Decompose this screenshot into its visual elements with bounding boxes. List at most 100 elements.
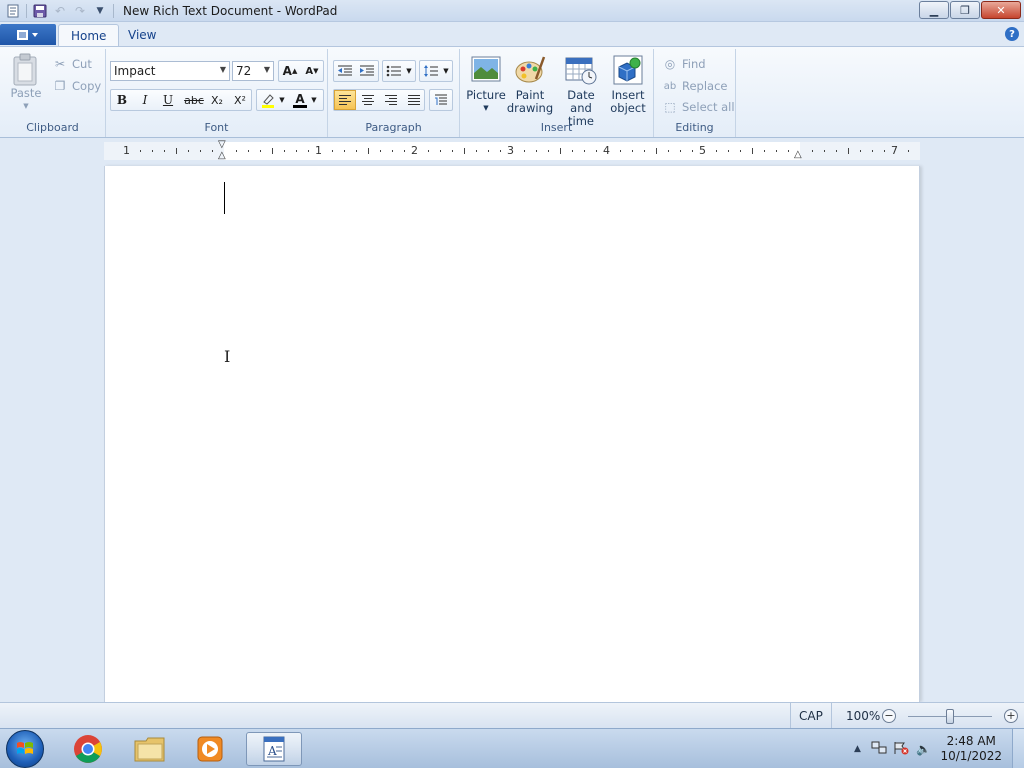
date-time-button[interactable]: Date and time xyxy=(556,55,606,128)
qat-separator xyxy=(113,3,114,18)
taskbar-explorer[interactable] xyxy=(122,732,178,766)
font-size-value: 72 xyxy=(236,64,252,78)
left-indent-marker[interactable]: △ xyxy=(218,150,226,161)
ruler-tick xyxy=(584,150,585,152)
date-time-label-1: Date and xyxy=(567,88,595,115)
line-spacing-icon[interactable] xyxy=(420,61,442,81)
zoom-in-button[interactable]: + xyxy=(1004,709,1018,723)
highlight-color-icon[interactable] xyxy=(257,90,279,110)
ruler-area: 1 1 2 3 4 5 7 ▽ △ △ xyxy=(0,138,1024,166)
chevron-down-icon[interactable]: ▼ xyxy=(264,65,270,74)
chevron-down-icon[interactable]: ▼ xyxy=(220,65,226,74)
align-right-button[interactable] xyxy=(380,90,402,110)
superscript-button[interactable]: X² xyxy=(229,90,251,110)
ruler-tick xyxy=(728,150,729,152)
ruler-tick xyxy=(356,150,357,152)
redo-icon[interactable]: ↷ xyxy=(70,1,90,21)
ruler-tick xyxy=(248,150,249,152)
find-button[interactable]: ◎ Find xyxy=(662,55,706,73)
taskbar-media-player[interactable] xyxy=(182,732,238,766)
zoom-out-button[interactable]: − xyxy=(882,709,896,723)
chevron-down-icon[interactable]: ▼ xyxy=(309,90,319,110)
select-all-button[interactable]: ⬚ Select all xyxy=(662,98,734,116)
copy-icon: ❐ xyxy=(54,79,66,93)
ruler-tick xyxy=(572,150,573,152)
picture-button[interactable]: Picture ▼ xyxy=(466,55,506,115)
ruler-tick xyxy=(788,150,789,152)
taskbar-wordpad[interactable]: A xyxy=(246,732,302,766)
ribbon: Paste ▼ ✂ Cut ❐ Copy Clipboard Impact ▼ … xyxy=(0,46,1024,138)
title-bar: ↶ ↷ ▼ New Rich Text Document - WordPad ▁… xyxy=(0,0,1024,22)
replace-button[interactable]: ab Replace xyxy=(662,77,728,95)
italic-button[interactable]: I xyxy=(134,90,156,110)
shrink-font-icon[interactable]: A ▼ xyxy=(301,61,323,81)
first-line-indent-marker[interactable]: ▽ xyxy=(218,139,226,150)
system-clock[interactable]: 2:48 AM 10/1/2022 xyxy=(940,734,1002,764)
minimize-button[interactable]: ▁ xyxy=(919,1,949,19)
close-button[interactable]: ✕ xyxy=(981,1,1021,19)
start-button[interactable] xyxy=(6,730,44,768)
align-left-button[interactable] xyxy=(334,90,356,110)
ruler-tick xyxy=(776,150,777,152)
document-page[interactable] xyxy=(104,166,920,702)
save-icon[interactable] xyxy=(30,1,50,21)
clock-date: 10/1/2022 xyxy=(940,749,1002,763)
volume-icon[interactable]: 🔈 xyxy=(912,742,934,756)
font-size-combo[interactable]: 72 ▼ xyxy=(232,61,274,81)
increase-indent-icon[interactable] xyxy=(356,61,378,81)
window-controls: ▁ ❐ ✕ xyxy=(919,1,1021,19)
paragraph-settings-icon[interactable] xyxy=(430,90,452,110)
ibeam-cursor-icon: I xyxy=(224,347,231,366)
grow-font-icon[interactable]: A ▲ xyxy=(279,61,301,81)
action-center-flag-icon[interactable] xyxy=(890,741,912,758)
tab-home[interactable]: Home xyxy=(58,24,120,46)
chevron-down-icon[interactable]: ▼ xyxy=(277,90,287,110)
paint-drawing-button[interactable]: Paint drawing xyxy=(507,55,553,115)
ruler-tick xyxy=(536,150,537,152)
show-desktop-button[interactable] xyxy=(1012,729,1024,768)
bold-button[interactable]: B xyxy=(111,90,133,110)
app-menu-button[interactable] xyxy=(0,24,56,45)
customize-qat-icon[interactable]: ▼ xyxy=(90,1,110,21)
copy-button[interactable]: ❐ Copy xyxy=(52,77,102,95)
picture-label: Picture xyxy=(466,88,506,102)
subscript-button[interactable]: X₂ xyxy=(206,90,228,110)
font-color-icon[interactable]: A xyxy=(289,90,311,110)
ruler-tick xyxy=(848,148,849,154)
undo-icon[interactable]: ↶ xyxy=(50,1,70,21)
wordpad-app-icon[interactable] xyxy=(3,1,23,21)
status-bar: CAP 100% − + xyxy=(0,702,1024,729)
insert-object-button[interactable]: Insert object xyxy=(608,55,648,115)
strikethrough-button[interactable]: abc xyxy=(181,90,207,110)
align-center-button[interactable] xyxy=(357,90,379,110)
system-tray: ▲ 🔈 2:48 AM 10/1/2022 xyxy=(846,729,1024,768)
zoom-level: 100% xyxy=(846,709,881,723)
zoom-slider-thumb[interactable] xyxy=(946,709,954,724)
chevron-down-icon[interactable]: ▼ xyxy=(404,61,414,81)
ruler-tick xyxy=(524,150,525,152)
editing-group-label: Editing xyxy=(675,121,714,134)
bullet-list-icon[interactable] xyxy=(383,61,405,81)
font-family-combo[interactable]: Impact ▼ xyxy=(110,61,230,81)
ruler-tick xyxy=(644,150,645,152)
help-icon[interactable]: ? xyxy=(1005,27,1019,41)
decrease-indent-icon[interactable] xyxy=(334,61,356,81)
cut-button[interactable]: ✂ Cut xyxy=(52,55,92,73)
show-hidden-icons-icon[interactable]: ▲ xyxy=(846,744,868,754)
right-indent-marker[interactable]: △ xyxy=(794,149,802,160)
ruler[interactable]: 1 1 2 3 4 5 7 ▽ △ △ xyxy=(104,139,920,161)
maximize-button[interactable]: ❐ xyxy=(950,1,980,19)
ruler-number: 7 xyxy=(891,144,898,157)
taskbar-chrome[interactable] xyxy=(60,732,116,766)
ruler-tick xyxy=(620,150,621,152)
network-icon[interactable] xyxy=(868,741,890,758)
underline-button[interactable]: U xyxy=(157,90,179,110)
app-menu-icon xyxy=(17,29,38,40)
ruler-tick xyxy=(716,150,717,152)
chevron-down-icon[interactable]: ▼ xyxy=(441,61,451,81)
tab-view[interactable]: View xyxy=(116,24,168,46)
paste-button[interactable]: Paste ▼ xyxy=(8,53,44,113)
justify-button[interactable] xyxy=(403,90,425,110)
picture-icon xyxy=(471,56,501,82)
text-caret xyxy=(224,182,225,214)
